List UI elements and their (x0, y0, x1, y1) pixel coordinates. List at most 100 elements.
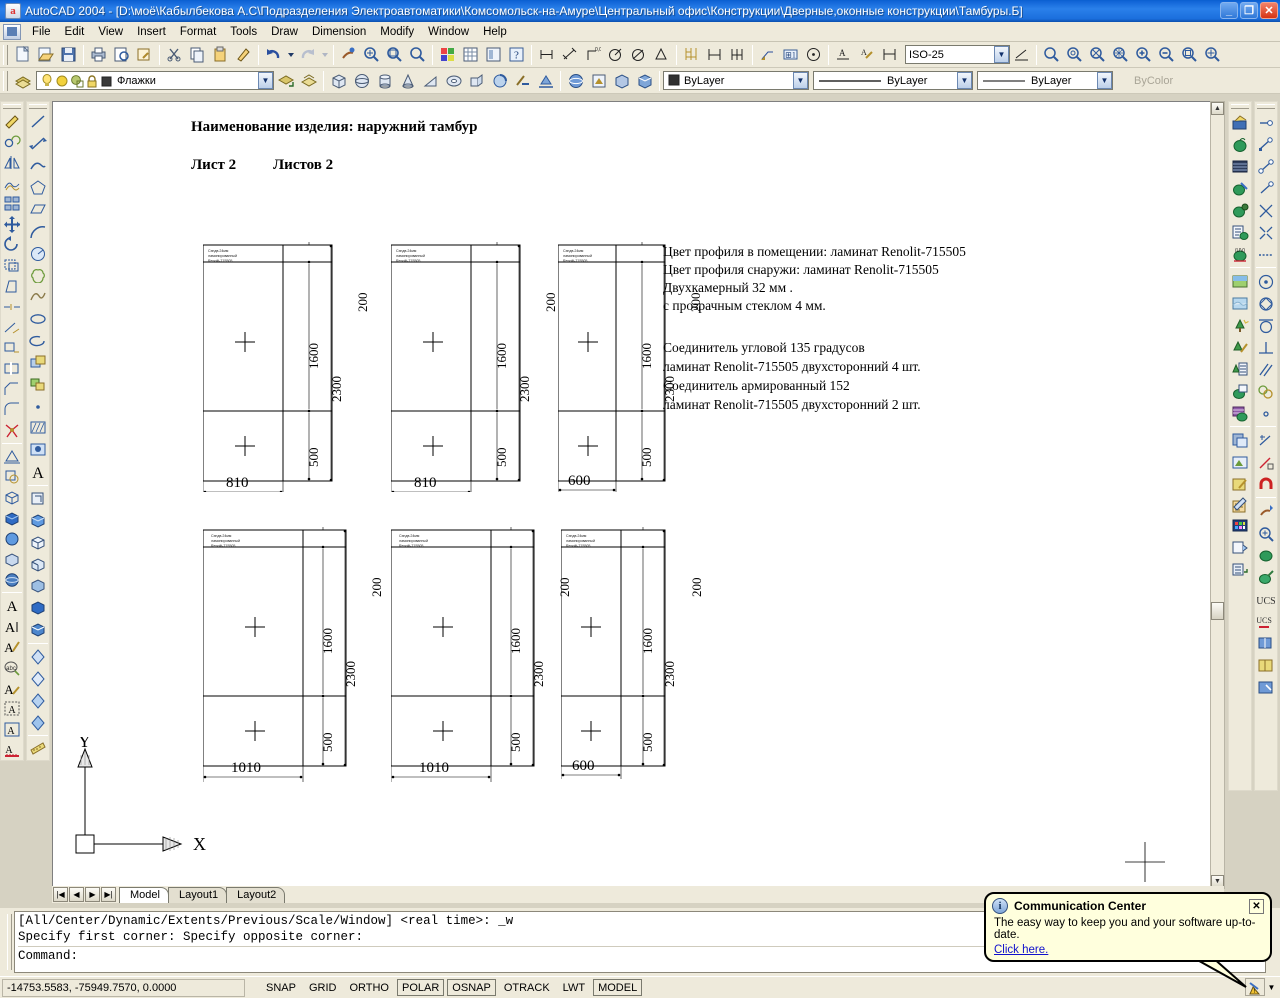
extrude-icon[interactable] (465, 70, 488, 92)
coordinate-display[interactable]: -14753.5583, -75949.7570, 0.0000 (2, 979, 245, 997)
toolbar-grip-2[interactable] (3, 71, 8, 91)
status-toggle-ortho[interactable]: ORTHO (344, 979, 394, 996)
tab-model[interactable]: Model (119, 887, 169, 903)
render-prefs-icon[interactable] (1229, 199, 1251, 221)
cone-solid-icon[interactable] (1, 570, 23, 591)
balloon-close-button[interactable]: ✕ (1249, 899, 1264, 914)
zoom-window-icon[interactable] (406, 44, 429, 66)
menu-item-format[interactable]: Format (173, 24, 223, 40)
viewport-new-icon[interactable] (1255, 654, 1277, 676)
multiline-icon[interactable] (1, 111, 23, 132)
match-properties-icon[interactable] (232, 44, 255, 66)
layer-previous-icon[interactable] (274, 70, 297, 92)
text-style-icon[interactable]: A (1, 678, 23, 699)
toolbar-grip[interactable] (3, 45, 8, 65)
status-toggle-snap[interactable]: SNAP (261, 979, 301, 996)
redo-dropdown-icon[interactable] (319, 44, 330, 66)
zoom-center-icon[interactable] (1109, 44, 1132, 66)
ucs-origin-icon[interactable] (27, 711, 49, 733)
today-icon[interactable] (337, 44, 360, 66)
radius-dim-icon[interactable] (604, 44, 627, 66)
stretch-icon[interactable] (1, 276, 23, 297)
sphere-solid-icon[interactable] (1, 528, 23, 549)
lineweight-control-combo[interactable]: ByLayer ▼ (977, 71, 1113, 90)
spell-check-icon[interactable]: abc (1, 657, 23, 678)
toolpalettes-icon[interactable] (482, 44, 505, 66)
cut-icon[interactable] (163, 44, 186, 66)
zoom-out-icon[interactable] (1155, 44, 1178, 66)
snap-insert-icon[interactable] (1255, 380, 1277, 402)
render-icon[interactable] (436, 44, 459, 66)
wblock-icon[interactable] (27, 488, 49, 510)
layer-translate-icon[interactable] (1229, 536, 1251, 558)
image-attach-icon[interactable] (1229, 451, 1251, 473)
status-toggle-lwt[interactable]: LWT (558, 979, 590, 996)
offset-icon[interactable] (1, 173, 23, 194)
scroll-up-button[interactable]: ▲ (1211, 102, 1224, 115)
viewport-icon[interactable] (1255, 632, 1277, 654)
paste-icon[interactable] (209, 44, 232, 66)
next-tab-icon[interactable]: ▶ (85, 887, 100, 902)
uv-coordinates-icon[interactable]: (UV) (1229, 243, 1251, 265)
menu-item-draw[interactable]: Draw (264, 24, 305, 40)
status-toggle-otrack[interactable]: OTRACK (499, 979, 555, 996)
undo-icon[interactable] (262, 44, 285, 66)
dim-update-icon[interactable] (878, 44, 901, 66)
fog-icon[interactable] (1229, 292, 1251, 314)
menu-item-window[interactable]: Window (421, 24, 476, 40)
menu-item-file[interactable]: File (25, 24, 58, 40)
3dsolid-icon[interactable] (1, 487, 23, 508)
dim-edit-icon[interactable]: A (832, 44, 855, 66)
spline-icon[interactable] (27, 286, 49, 308)
zoom-in-icon[interactable] (1132, 44, 1155, 66)
help-icon[interactable]: ? (505, 44, 528, 66)
array-icon[interactable] (1, 193, 23, 214)
point-icon[interactable] (27, 395, 49, 417)
zoom-dynamic-icon[interactable] (1063, 44, 1086, 66)
polyline-icon[interactable] (27, 155, 49, 177)
render-output-icon[interactable] (1229, 380, 1251, 402)
menu-item-modify[interactable]: Modify (373, 24, 421, 40)
snap-intersection-icon[interactable] (1255, 199, 1277, 221)
undo-dropdown-icon[interactable] (285, 44, 296, 66)
snap-magnet-icon[interactable] (1255, 473, 1277, 495)
gouraud-shaded-icon[interactable] (27, 597, 49, 619)
mirror-icon[interactable] (1, 152, 23, 173)
zoom-all-icon[interactable] (1178, 44, 1201, 66)
cylinder-solid-icon[interactable] (1, 549, 23, 570)
snap-extension-icon[interactable] (1255, 243, 1277, 265)
statistics-icon[interactable] (1229, 221, 1251, 243)
text-multiline-icon[interactable]: A (1, 616, 23, 637)
status-toggle-grid[interactable]: GRID (304, 979, 342, 996)
view-restore-icon[interactable] (1255, 566, 1277, 588)
tab-layout2[interactable]: Layout2 (226, 887, 285, 903)
revision-cloud-icon[interactable] (27, 264, 49, 286)
status-toggle-polar[interactable]: POLAR (397, 979, 444, 996)
ucs-scale-icon[interactable]: UCS (1255, 610, 1277, 632)
snap-none-icon[interactable] (1255, 429, 1277, 451)
zoom-realtime-icon[interactable] (360, 44, 383, 66)
edge-shaded-icon[interactable] (27, 619, 49, 641)
dim-text-edit-icon[interactable]: A (855, 44, 878, 66)
menu-item-tools[interactable]: Tools (223, 24, 264, 40)
ucs-previous-icon[interactable] (27, 667, 49, 689)
designcenter-icon[interactable] (459, 44, 482, 66)
chamfer-icon[interactable] (1, 379, 23, 400)
plot-icon[interactable] (87, 44, 110, 66)
landscape-new-icon[interactable] (1229, 314, 1251, 336)
panel-3[interactable]: Сэндв.24мм ламинированный Renolit-715505… (558, 242, 758, 497)
hatch-icon[interactable] (27, 417, 49, 439)
snap-circle-center-icon[interactable] (1255, 270, 1277, 292)
lengthen-icon[interactable] (1, 296, 23, 317)
slice-icon[interactable] (511, 70, 534, 92)
cone-icon[interactable] (396, 70, 419, 92)
region-icon[interactable] (1, 466, 23, 487)
render-icon-2[interactable] (1229, 111, 1251, 133)
center-mark-icon[interactable] (802, 44, 825, 66)
explode-icon[interactable] (1, 420, 23, 441)
box-solid-icon[interactable] (1, 508, 23, 529)
sphere-icon[interactable] (350, 70, 373, 92)
linetype-control-combo[interactable]: ByLayer ▼ (813, 71, 973, 90)
render-scene-icon[interactable] (587, 70, 610, 92)
scroll-thumb-vertical[interactable] (1211, 602, 1224, 620)
